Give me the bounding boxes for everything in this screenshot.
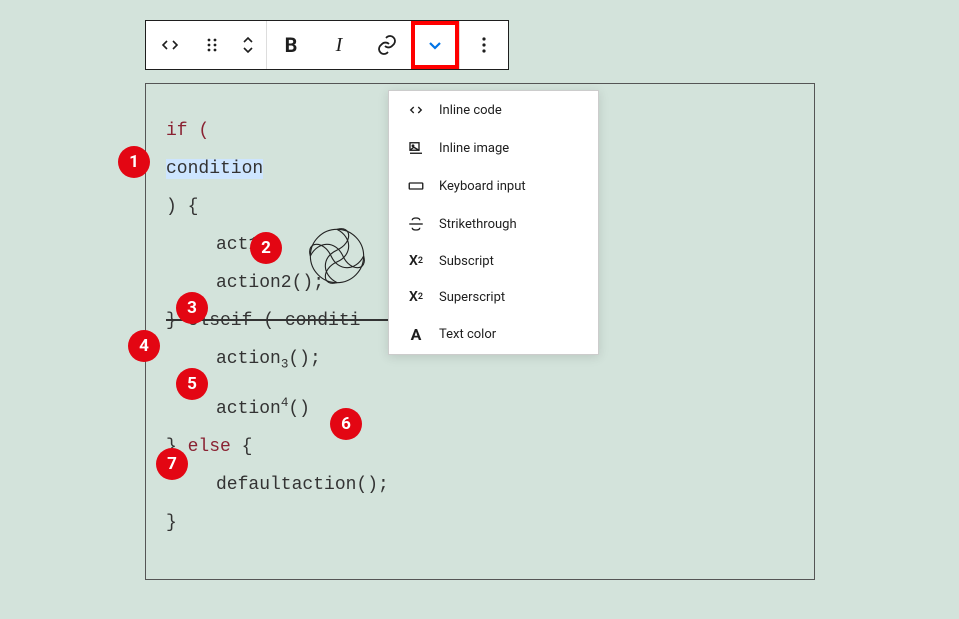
dropdown-item-inline-code[interactable]: Inline code — [389, 91, 598, 129]
dropdown-label: Subscript — [439, 254, 494, 269]
code-text: } — [166, 504, 794, 542]
dropdown-item-text-color[interactable]: A Text color — [389, 315, 598, 354]
annotation-badge-4: 4 — [128, 330, 160, 362]
italic-button[interactable]: I — [315, 21, 363, 69]
dropdown-label: Keyboard input — [439, 179, 526, 194]
move-updown-icon[interactable] — [230, 21, 266, 69]
dropdown-label: Superscript — [439, 290, 505, 305]
code-text: (); — [288, 349, 320, 369]
toolbar-group-format: B I — [267, 21, 460, 69]
more-options-button[interactable] — [460, 21, 508, 69]
block-toolbar: B I — [145, 20, 509, 70]
code-text: () — [288, 399, 310, 419]
toolbar-group-block — [146, 21, 267, 69]
highlighted-condition: condition — [166, 159, 263, 179]
code-text: defaultaction(); — [166, 466, 794, 504]
dropdown-label: Text color — [439, 327, 496, 342]
dropdown-label: Strikethrough — [439, 217, 517, 232]
annotation-badge-1: 1 — [118, 146, 150, 178]
code-text: action — [216, 399, 281, 419]
bold-button[interactable]: B — [267, 21, 315, 69]
subscript-icon: X2 — [405, 253, 427, 269]
dropdown-item-superscript[interactable]: X2 Superscript — [389, 279, 598, 315]
superscript-icon: X2 — [405, 289, 427, 305]
dropdown-label: Inline code — [439, 103, 502, 118]
keyword-if: if ( — [166, 121, 209, 141]
swirl-decoration-icon — [300, 219, 374, 293]
strikethrough-icon — [405, 215, 427, 233]
annotation-badge-6: 6 — [330, 408, 362, 440]
annotation-badge-5: 5 — [176, 368, 208, 400]
annotation-badge-7: 7 — [156, 448, 188, 480]
code-text: act — [216, 235, 248, 255]
dropdown-label: Inline image — [439, 141, 509, 156]
keyboard-icon — [405, 177, 427, 195]
toolbar-group-options — [460, 21, 508, 69]
dropdown-item-strikethrough[interactable]: Strikethrough — [389, 205, 598, 243]
link-button[interactable] — [363, 21, 411, 69]
keyword-else: else — [188, 437, 231, 457]
image-icon — [405, 139, 427, 157]
code-text: { — [231, 437, 253, 457]
annotation-badge-2: 2 — [250, 232, 282, 264]
code-text: action — [216, 349, 281, 369]
dropdown-item-keyboard-input[interactable]: Keyboard input — [389, 167, 598, 205]
dropdown-item-inline-image[interactable]: Inline image — [389, 129, 598, 167]
more-format-chevron-button[interactable] — [411, 21, 459, 69]
code-block-icon[interactable] — [146, 21, 194, 69]
dropdown-item-subscript[interactable]: X2 Subscript — [389, 243, 598, 279]
code-icon — [405, 101, 427, 119]
annotation-badge-3: 3 — [176, 292, 208, 324]
text-color-icon: A — [405, 325, 427, 344]
format-dropdown: Inline code Inline image Keyboard input … — [388, 90, 599, 355]
drag-handle-icon[interactable] — [194, 21, 230, 69]
